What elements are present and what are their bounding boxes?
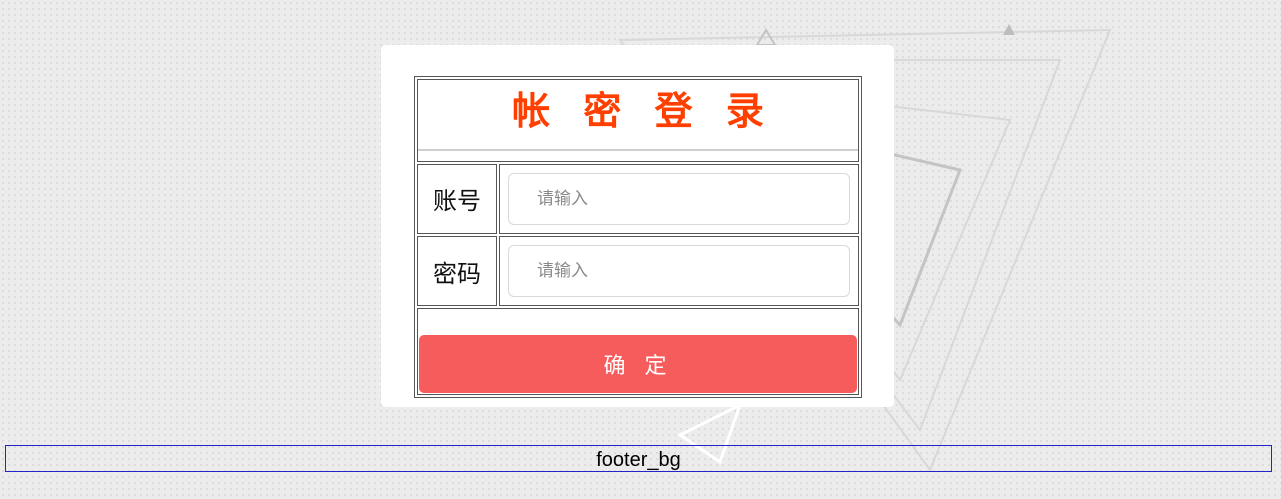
account-input[interactable]	[508, 172, 850, 225]
login-title: 帐 密 登 录	[512, 89, 774, 133]
login-form-table: 帐 密 登 录 账号 密码 确 定	[414, 76, 862, 398]
account-input-cell	[499, 163, 859, 234]
password-input[interactable]	[508, 245, 850, 298]
account-label: 账号	[417, 163, 497, 234]
login-panel: 帐 密 登 录 账号 密码 确 定	[381, 45, 894, 407]
password-input-cell	[499, 235, 859, 307]
title-cell: 帐 密 登 录	[417, 79, 859, 162]
button-cell: 确 定	[417, 308, 859, 395]
footer-bg-placeholder: footer_bg	[5, 445, 1272, 472]
confirm-button[interactable]: 确 定	[419, 335, 857, 393]
password-label: 密码	[417, 235, 497, 307]
title-divider	[418, 148, 858, 151]
